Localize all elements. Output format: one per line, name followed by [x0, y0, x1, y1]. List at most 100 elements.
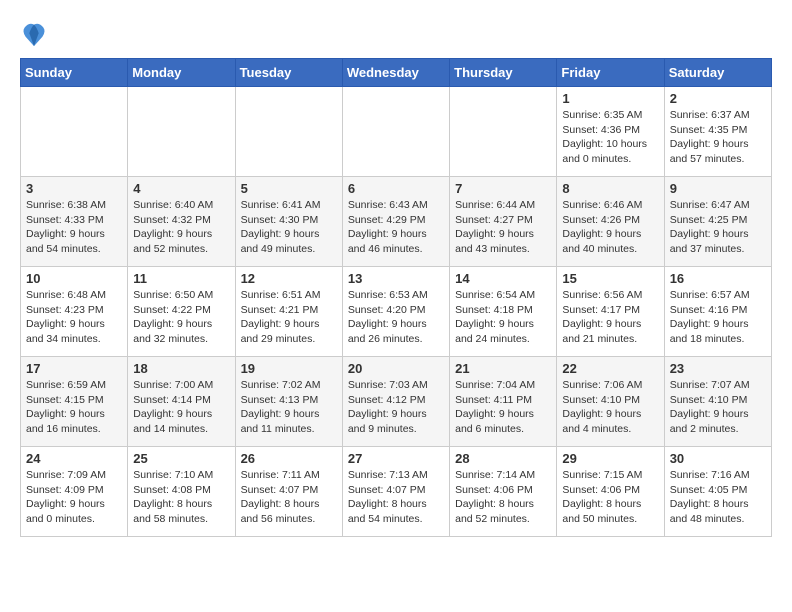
day-number: 20 — [348, 361, 444, 376]
day-info: Sunrise: 6:35 AM Sunset: 4:36 PM Dayligh… — [562, 108, 658, 167]
calendar-cell: 18 Sunrise: 7:00 AM Sunset: 4:14 PM Dayli… — [128, 357, 235, 447]
calendar-cell: 19 Sunrise: 7:02 AM Sunset: 4:13 PM Dayli… — [235, 357, 342, 447]
day-info: Sunrise: 6:43 AM Sunset: 4:29 PM Dayligh… — [348, 198, 444, 257]
day-info: Sunrise: 7:15 AM Sunset: 4:06 PM Dayligh… — [562, 468, 658, 527]
calendar-week-4: 17 Sunrise: 6:59 AM Sunset: 4:15 PM Dayli… — [21, 357, 772, 447]
column-header-friday: Friday — [557, 59, 664, 87]
calendar-cell: 9 Sunrise: 6:47 AM Sunset: 4:25 PM Daylig… — [664, 177, 771, 267]
day-info: Sunrise: 6:48 AM Sunset: 4:23 PM Dayligh… — [26, 288, 122, 347]
calendar-cell: 26Sunrise: 7:11 AM Sunset: 4:07 PM Dayli… — [235, 447, 342, 537]
day-number: 4 — [133, 181, 229, 196]
day-number: 18 — [133, 361, 229, 376]
calendar-cell — [342, 87, 449, 177]
calendar-week-5: 24Sunrise: 7:09 AM Sunset: 4:09 PM Dayli… — [21, 447, 772, 537]
day-info: Sunrise: 6:50 AM Sunset: 4:22 PM Dayligh… — [133, 288, 229, 347]
calendar-cell — [21, 87, 128, 177]
day-number: 30 — [670, 451, 766, 466]
day-number: 22 — [562, 361, 658, 376]
calendar-cell: 21Sunrise: 7:04 AM Sunset: 4:11 PM Dayli… — [450, 357, 557, 447]
day-number: 27 — [348, 451, 444, 466]
day-info: Sunrise: 6:56 AM Sunset: 4:17 PM Dayligh… — [562, 288, 658, 347]
calendar-cell: 16 Sunrise: 6:57 AM Sunset: 4:16 PM Dayli… — [664, 267, 771, 357]
column-header-wednesday: Wednesday — [342, 59, 449, 87]
calendar-cell: 17 Sunrise: 6:59 AM Sunset: 4:15 PM Dayli… — [21, 357, 128, 447]
day-number: 12 — [241, 271, 337, 286]
day-info: Sunrise: 7:16 AM Sunset: 4:05 PM Dayligh… — [670, 468, 766, 527]
logo-icon — [20, 20, 48, 48]
day-info: Sunrise: 7:03 AM Sunset: 4:12 PM Dayligh… — [348, 378, 444, 437]
day-info: Sunrise: 7:14 AM Sunset: 4:06 PM Dayligh… — [455, 468, 551, 527]
day-info: Sunrise: 6:59 AM Sunset: 4:15 PM Dayligh… — [26, 378, 122, 437]
logo — [20, 20, 52, 48]
day-number: 1 — [562, 91, 658, 106]
day-number: 16 — [670, 271, 766, 286]
column-header-sunday: Sunday — [21, 59, 128, 87]
day-info: Sunrise: 6:41 AM Sunset: 4:30 PM Dayligh… — [241, 198, 337, 257]
calendar-cell: 23 Sunrise: 7:07 AM Sunset: 4:10 PM Dayli… — [664, 357, 771, 447]
calendar-cell: 20 Sunrise: 7:03 AM Sunset: 4:12 PM Dayli… — [342, 357, 449, 447]
calendar-cell: 11 Sunrise: 6:50 AM Sunset: 4:22 PM Dayli… — [128, 267, 235, 357]
day-info: Sunrise: 7:00 AM Sunset: 4:14 PM Dayligh… — [133, 378, 229, 437]
calendar-table: SundayMondayTuesdayWednesdayThursdayFrid… — [20, 58, 772, 537]
day-number: 28 — [455, 451, 551, 466]
day-info: Sunrise: 6:40 AM Sunset: 4:32 PM Dayligh… — [133, 198, 229, 257]
day-info: Sunrise: 6:37 AM Sunset: 4:35 PM Dayligh… — [670, 108, 766, 167]
day-info: Sunrise: 6:51 AM Sunset: 4:21 PM Dayligh… — [241, 288, 337, 347]
calendar-cell: 8 Sunrise: 6:46 AM Sunset: 4:26 PM Daylig… — [557, 177, 664, 267]
day-info: Sunrise: 7:11 AM Sunset: 4:07 PM Dayligh… — [241, 468, 337, 527]
day-number: 23 — [670, 361, 766, 376]
column-header-saturday: Saturday — [664, 59, 771, 87]
calendar-cell: 2 Sunrise: 6:37 AM Sunset: 4:35 PM Daylig… — [664, 87, 771, 177]
day-number: 6 — [348, 181, 444, 196]
day-number: 10 — [26, 271, 122, 286]
day-number: 15 — [562, 271, 658, 286]
day-info: Sunrise: 7:02 AM Sunset: 4:13 PM Dayligh… — [241, 378, 337, 437]
calendar-cell: 1 Sunrise: 6:35 AM Sunset: 4:36 PM Daylig… — [557, 87, 664, 177]
day-number: 13 — [348, 271, 444, 286]
day-info: Sunrise: 7:13 AM Sunset: 4:07 PM Dayligh… — [348, 468, 444, 527]
day-number: 25 — [133, 451, 229, 466]
calendar-cell: 5 Sunrise: 6:41 AM Sunset: 4:30 PM Daylig… — [235, 177, 342, 267]
calendar-header-row: SundayMondayTuesdayWednesdayThursdayFrid… — [21, 59, 772, 87]
day-info: Sunrise: 6:38 AM Sunset: 4:33 PM Dayligh… — [26, 198, 122, 257]
calendar-week-1: 1 Sunrise: 6:35 AM Sunset: 4:36 PM Daylig… — [21, 87, 772, 177]
calendar-week-3: 10 Sunrise: 6:48 AM Sunset: 4:23 PM Dayli… — [21, 267, 772, 357]
day-info: Sunrise: 6:54 AM Sunset: 4:18 PM Dayligh… — [455, 288, 551, 347]
calendar-cell — [235, 87, 342, 177]
day-number: 2 — [670, 91, 766, 106]
day-info: Sunrise: 6:44 AM Sunset: 4:27 PM Dayligh… — [455, 198, 551, 257]
day-info: Sunrise: 6:53 AM Sunset: 4:20 PM Dayligh… — [348, 288, 444, 347]
calendar-cell: 30 Sunrise: 7:16 AM Sunset: 4:05 PM Dayli… — [664, 447, 771, 537]
day-number: 17 — [26, 361, 122, 376]
calendar-cell: 29Sunrise: 7:15 AM Sunset: 4:06 PM Dayli… — [557, 447, 664, 537]
day-number: 9 — [670, 181, 766, 196]
day-info: Sunrise: 6:46 AM Sunset: 4:26 PM Dayligh… — [562, 198, 658, 257]
calendar-cell: 13 Sunrise: 6:53 AM Sunset: 4:20 PM Dayli… — [342, 267, 449, 357]
day-number: 14 — [455, 271, 551, 286]
page-header — [20, 20, 772, 48]
day-info: Sunrise: 6:47 AM Sunset: 4:25 PM Dayligh… — [670, 198, 766, 257]
day-number: 7 — [455, 181, 551, 196]
calendar-cell: 12 Sunrise: 6:51 AM Sunset: 4:21 PM Dayli… — [235, 267, 342, 357]
day-number: 5 — [241, 181, 337, 196]
day-info: Sunrise: 7:10 AM Sunset: 4:08 PM Dayligh… — [133, 468, 229, 527]
calendar-cell — [450, 87, 557, 177]
day-info: Sunrise: 7:04 AM Sunset: 4:11 PM Dayligh… — [455, 378, 551, 437]
day-info: Sunrise: 6:57 AM Sunset: 4:16 PM Dayligh… — [670, 288, 766, 347]
calendar-cell: 6 Sunrise: 6:43 AM Sunset: 4:29 PM Daylig… — [342, 177, 449, 267]
calendar-cell: 7 Sunrise: 6:44 AM Sunset: 4:27 PM Daylig… — [450, 177, 557, 267]
day-info: Sunrise: 7:07 AM Sunset: 4:10 PM Dayligh… — [670, 378, 766, 437]
day-number: 8 — [562, 181, 658, 196]
calendar-cell: 14 Sunrise: 6:54 AM Sunset: 4:18 PM Dayli… — [450, 267, 557, 357]
day-number: 11 — [133, 271, 229, 286]
column-header-thursday: Thursday — [450, 59, 557, 87]
calendar-cell: 4 Sunrise: 6:40 AM Sunset: 4:32 PM Daylig… — [128, 177, 235, 267]
column-header-tuesday: Tuesday — [235, 59, 342, 87]
day-number: 19 — [241, 361, 337, 376]
calendar-cell — [128, 87, 235, 177]
calendar-cell: 3 Sunrise: 6:38 AM Sunset: 4:33 PM Daylig… — [21, 177, 128, 267]
calendar-cell: 22Sunrise: 7:06 AM Sunset: 4:10 PM Dayli… — [557, 357, 664, 447]
day-number: 3 — [26, 181, 122, 196]
calendar-cell: 15 Sunrise: 6:56 AM Sunset: 4:17 PM Dayli… — [557, 267, 664, 357]
column-header-monday: Monday — [128, 59, 235, 87]
